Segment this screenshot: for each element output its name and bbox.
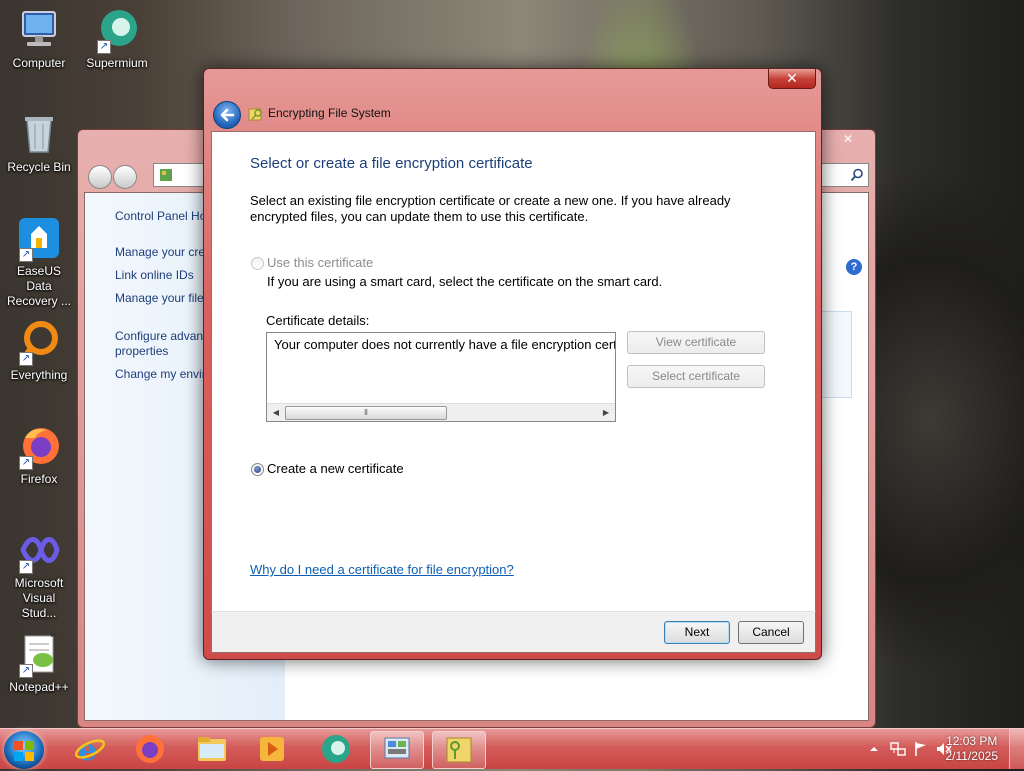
clock[interactable]: 12:03 PM 2/11/2025 xyxy=(946,734,999,764)
shortcut-arrow-icon: ↗ xyxy=(19,456,33,470)
cancel-button[interactable]: Cancel xyxy=(738,621,804,644)
control-panel-icon xyxy=(384,737,410,759)
desktop-icon-supermium[interactable]: ↗ Supermium xyxy=(82,8,152,71)
scroll-right-icon[interactable]: ▶ xyxy=(599,406,613,419)
internet-explorer-icon: e xyxy=(74,733,106,768)
desktop-icon-label: Everything xyxy=(10,368,68,382)
taskbar-file-explorer[interactable] xyxy=(186,731,238,767)
efs-dialog: ✕ Encrypting File System Select or creat… xyxy=(203,68,822,660)
back-button[interactable] xyxy=(88,165,112,189)
scrollbar-thumb[interactable]: ⦀ xyxy=(285,406,447,420)
encryption-key-icon xyxy=(248,108,262,121)
smart-card-hint: If you are using a smart card, select th… xyxy=(267,274,663,289)
create-certificate-label: Create a new certificate xyxy=(267,461,404,476)
desktop-icon-label: Recycle Bin xyxy=(7,160,71,174)
shortcut-arrow-icon: ↗ xyxy=(19,664,33,678)
firefox-icon xyxy=(136,735,164,763)
page-heading: Select or create a file encryption certi… xyxy=(250,155,533,172)
taskbar-internet-explorer[interactable]: e xyxy=(64,731,116,768)
taskbar-encrypting-file-system[interactable] xyxy=(432,731,486,769)
visual-studio-icon: ↗ xyxy=(17,528,61,574)
shortcut-arrow-icon: ↗ xyxy=(97,40,111,54)
clock-date: 2/11/2025 xyxy=(945,749,999,763)
dialog-content: Select or create a file encryption certi… xyxy=(211,131,816,612)
select-certificate-button[interactable]: Select certificate xyxy=(627,365,765,388)
taskbar-firefox[interactable] xyxy=(124,731,176,767)
supermium-icon: ↗ xyxy=(95,8,139,54)
desktop-icon-label: Notepad++ xyxy=(9,680,69,694)
easeus-icon: ↗ xyxy=(17,216,61,262)
desktop-icon-easeus[interactable]: ↗ EaseUS Data Recovery ... xyxy=(4,216,74,309)
computer-icon xyxy=(17,8,61,52)
action-center-flag-icon[interactable] xyxy=(913,741,929,757)
dialog-close-button[interactable]: ✕ xyxy=(768,69,816,89)
forward-button[interactable] xyxy=(113,165,137,189)
use-certificate-label: Use this certificate xyxy=(267,255,374,270)
search-icon xyxy=(850,168,863,182)
help-icon[interactable]: ? xyxy=(846,259,862,275)
notepadpp-icon: ↗ xyxy=(17,632,61,678)
desktop-icon-label: Supermium xyxy=(86,56,148,70)
view-certificate-button[interactable]: View certificate xyxy=(627,331,765,354)
control-panel-close-button[interactable]: ✕ xyxy=(827,132,869,148)
search-box[interactable] xyxy=(817,163,869,187)
desktop-icon-label: Computer xyxy=(12,56,66,70)
control-panel-icon xyxy=(160,169,172,181)
desktop-icon-label: Firefox xyxy=(20,472,58,486)
desktop-icon-visual-studio[interactable]: ↗ Microsoft Visual Stud... xyxy=(4,528,74,621)
svg-text:e: e xyxy=(78,733,97,767)
desktop-icon-label: Microsoft Visual Stud... xyxy=(14,576,64,620)
desktop-icon-notepadpp[interactable]: ↗ Notepad++ xyxy=(4,632,74,695)
taskbar-control-panel[interactable] xyxy=(370,731,424,769)
shortcut-arrow-icon: ↗ xyxy=(19,560,33,574)
taskbar: e 12:03 PM 2/11/2025 xyxy=(0,728,1024,769)
recycle-bin-icon xyxy=(17,112,61,156)
certificate-details-box[interactable]: Your computer does not currently have a … xyxy=(266,332,616,422)
wizard-back-button[interactable] xyxy=(213,101,241,129)
shortcut-arrow-icon: ↗ xyxy=(19,248,33,262)
supermium-icon xyxy=(322,735,350,763)
create-certificate-radio[interactable] xyxy=(251,463,264,476)
folder-icon xyxy=(198,737,226,761)
firefox-icon: ↗ xyxy=(17,424,61,470)
network-icon[interactable] xyxy=(890,741,906,757)
help-link[interactable]: Why do I need a certificate for file enc… xyxy=(250,562,514,577)
windows-logo-icon xyxy=(14,741,34,761)
show-desktop-button[interactable] xyxy=(1009,729,1024,769)
shortcut-arrow-icon: ↗ xyxy=(19,352,33,366)
back-arrow-icon xyxy=(220,108,235,122)
desktop-icon-everything[interactable]: ↗ Everything xyxy=(4,320,74,383)
system-tray: 12:03 PM 2/11/2025 xyxy=(824,729,1024,769)
start-button[interactable] xyxy=(4,731,44,769)
certificate-details-label: Certificate details: xyxy=(266,313,370,328)
media-player-icon xyxy=(260,737,284,761)
desktop-icon-firefox[interactable]: ↗ Firefox xyxy=(4,424,74,487)
clock-time: 12:03 PM xyxy=(946,734,998,748)
horizontal-scrollbar[interactable]: ◀ ⦀ ▶ xyxy=(267,403,615,421)
page-description: Select an existing file encryption certi… xyxy=(250,193,731,224)
dialog-title: Encrypting File System xyxy=(268,106,391,120)
desktop-icon-recycle-bin[interactable]: Recycle Bin xyxy=(4,112,74,175)
desktop-icon-label: EaseUS Data Recovery ... xyxy=(6,264,72,308)
desktop-icon-computer[interactable]: Computer xyxy=(4,8,74,71)
taskbar-supermium[interactable] xyxy=(310,731,362,767)
everything-search-icon: ↗ xyxy=(17,320,61,366)
certificate-details-text: Your computer does not currently have a … xyxy=(274,337,615,352)
show-hidden-icons-icon[interactable] xyxy=(869,744,879,754)
scroll-left-icon[interactable]: ◀ xyxy=(269,406,283,419)
use-certificate-radio[interactable] xyxy=(251,257,264,270)
dialog-footer: Next Cancel xyxy=(211,611,816,653)
encryption-key-icon xyxy=(446,737,472,763)
next-button[interactable]: Next xyxy=(664,621,730,644)
taskbar-media-player[interactable] xyxy=(246,731,298,767)
